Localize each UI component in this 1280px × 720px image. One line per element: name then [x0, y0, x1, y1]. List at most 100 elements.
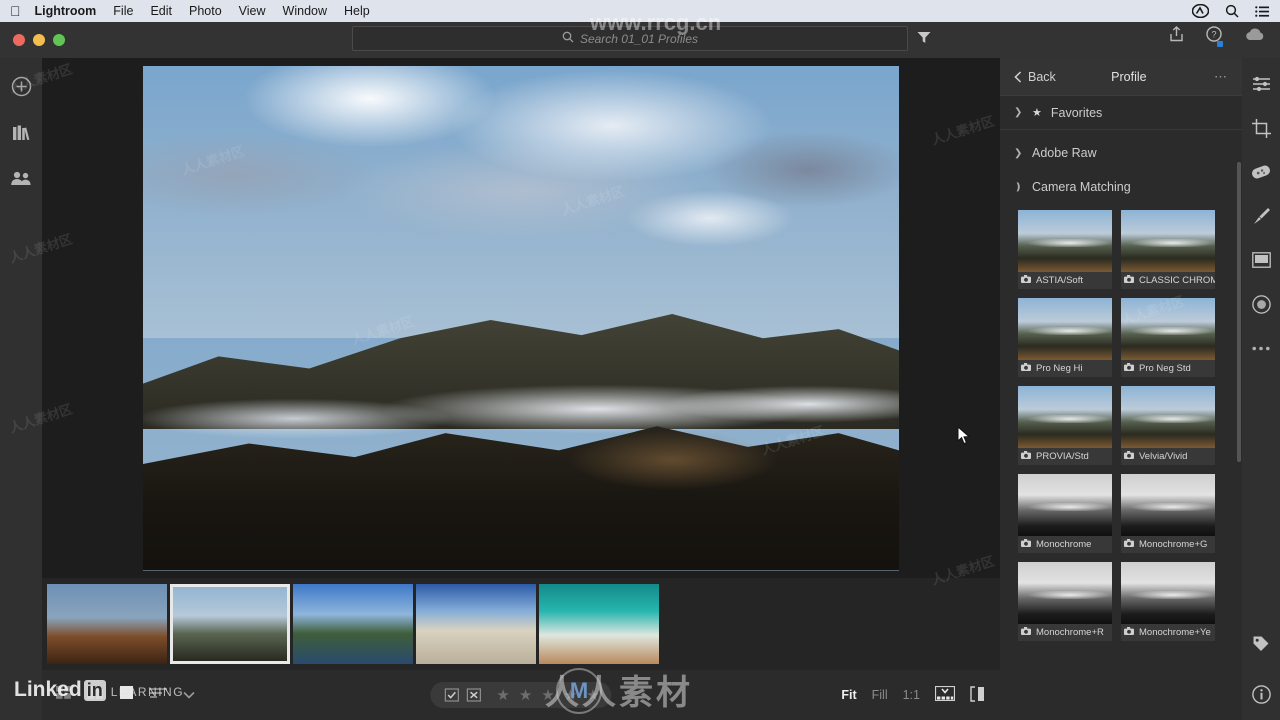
- camera-icon: [1124, 275, 1134, 286]
- menu-item-edit[interactable]: Edit: [150, 4, 172, 18]
- camera-icon: [1124, 451, 1134, 462]
- profile-caption: Monochrome+R: [1018, 624, 1112, 641]
- brush-icon[interactable]: [1249, 204, 1273, 228]
- profile-card-classic-chrome[interactable]: CLASSIC CHROME: [1121, 210, 1215, 289]
- keywords-tag-icon[interactable]: [1249, 632, 1273, 656]
- info-icon[interactable]: [1249, 682, 1273, 706]
- share-icon[interactable]: [1169, 26, 1184, 47]
- crop-icon[interactable]: [1249, 116, 1273, 140]
- photo-sunlit-patch: [568, 429, 779, 490]
- filmstrip-thumbnail-palm-lagoon[interactable]: [293, 584, 413, 664]
- group-adobe-raw[interactable]: ❯ Adobe Raw: [1000, 136, 1242, 170]
- search-input[interactable]: Search 01_01 Profiles: [352, 26, 908, 51]
- profile-card-velvia-vivid[interactable]: Velvia/Vivid: [1121, 386, 1215, 465]
- profile-card-pro-neg-std[interactable]: Pro Neg Std: [1121, 298, 1215, 377]
- group-adobe-raw-label: Adobe Raw: [1032, 146, 1097, 160]
- library-icon[interactable]: [9, 120, 33, 144]
- radial-gradient-icon[interactable]: [1249, 292, 1273, 316]
- profile-grid: ASTIA/Soft CLASSIC CHROME Pro Neg Hi: [1000, 204, 1242, 655]
- chevron-down-icon[interactable]: [183, 686, 195, 704]
- left-toolbar: [0, 58, 42, 720]
- camera-icon: [1124, 627, 1134, 638]
- profile-thumbnail: [1018, 562, 1112, 624]
- profile-caption: Pro Neg Hi: [1018, 360, 1112, 377]
- panel-scrollbar[interactable]: [1237, 162, 1241, 462]
- profile-card-monochrome-ye[interactable]: Monochrome+Ye: [1121, 562, 1215, 641]
- zoom-controls: Fit Fill 1:1: [841, 685, 986, 705]
- filmstrip-toggle-icon[interactable]: [934, 685, 956, 704]
- profile-name: Pro Neg Std: [1139, 363, 1191, 374]
- camera-icon: [1021, 539, 1031, 550]
- close-button[interactable]: [13, 34, 25, 46]
- control-center-icon[interactable]: [1255, 5, 1270, 17]
- flag-pick-icon[interactable]: [442, 687, 460, 703]
- more-options-icon[interactable]: [1249, 336, 1273, 360]
- profile-thumbnail: [1121, 474, 1215, 536]
- profile-name: CLASSIC CHROME: [1139, 275, 1215, 286]
- profile-card-monochrome[interactable]: Monochrome: [1018, 474, 1112, 553]
- filmstrip-thumbnail-turquoise-beach[interactable]: [539, 584, 659, 664]
- group-favorites-label: Favorites: [1050, 105, 1103, 120]
- menu-item-help[interactable]: Help: [344, 4, 370, 18]
- mouse-cursor: [957, 425, 971, 446]
- filmstrip-thumbnail-us-capitol[interactable]: [416, 584, 536, 664]
- profile-card-monochrome-g[interactable]: Monochrome+G: [1121, 474, 1215, 553]
- profile-card-astia-soft[interactable]: ASTIA/Soft: [1018, 210, 1112, 289]
- menu-item-photo[interactable]: Photo: [189, 4, 222, 18]
- group-favorites[interactable]: ❯ ★ Favorites: [1000, 96, 1242, 130]
- add-photos-icon[interactable]: [9, 74, 33, 98]
- help-icon[interactable]: ?: [1206, 26, 1223, 47]
- filmstrip-thumbnail-mountain-fog[interactable]: [170, 584, 290, 664]
- chevron-down-icon: ❫: [1014, 181, 1023, 193]
- right-toolbar: [1242, 58, 1280, 720]
- cloud-sync-icon[interactable]: [1244, 27, 1266, 47]
- menu-item-window[interactable]: Window: [283, 4, 327, 18]
- zoom-fit-button[interactable]: Fit: [841, 688, 856, 702]
- chevron-right-icon: ❯: [1014, 107, 1023, 118]
- camera-icon: [1124, 363, 1134, 374]
- profile-thumbnail: [1121, 562, 1215, 624]
- flag-reject-icon[interactable]: [464, 687, 482, 703]
- menu-item-file[interactable]: File: [113, 4, 133, 18]
- linkedin-learning-watermark: Linked in LEARNING: [14, 678, 184, 702]
- profile-name: ASTIA/Soft: [1036, 275, 1083, 286]
- main-photo-mountain-fog[interactable]: [143, 65, 899, 571]
- linear-gradient-icon[interactable]: [1249, 248, 1273, 272]
- creative-cloud-icon[interactable]: [1192, 4, 1209, 18]
- camera-icon: [1021, 363, 1031, 374]
- apple-icon[interactable]: : [10, 4, 21, 18]
- search-field-wrapper: Search 01_01 Profiles: [352, 26, 908, 51]
- profile-card-pro-neg-hi[interactable]: Pro Neg Hi: [1018, 298, 1112, 377]
- filmstrip[interactable]: [42, 578, 1000, 670]
- star-1-icon[interactable]: ★: [496, 686, 509, 704]
- ellipsis-icon[interactable]: ⋯: [1214, 69, 1228, 85]
- zoom-oneToOne-button[interactable]: 1:1: [903, 688, 920, 702]
- profile-card-provia-std[interactable]: PROVIA/Std: [1018, 386, 1112, 465]
- menu-item-view[interactable]: View: [239, 4, 266, 18]
- before-after-icon[interactable]: [970, 685, 986, 705]
- profile-caption: Pro Neg Std: [1121, 360, 1215, 377]
- profile-name: Monochrome+G: [1139, 539, 1208, 550]
- profile-card-monochrome-r[interactable]: Monochrome+R: [1018, 562, 1112, 641]
- photo-sky-region: [143, 65, 899, 339]
- spotlight-search-icon[interactable]: [1225, 4, 1239, 18]
- bottom-toolbar: ★ ★ ★ ★ ★ Fit Fill 1:1: [42, 670, 1000, 720]
- filter-funnel-icon[interactable]: [917, 31, 931, 49]
- titlebar-actions: ?: [1169, 26, 1266, 47]
- healing-brush-icon[interactable]: [1249, 160, 1273, 184]
- edit-sliders-icon[interactable]: [1249, 72, 1273, 96]
- profile-thumbnail: [1121, 386, 1215, 448]
- svg-text:?: ?: [1211, 30, 1216, 40]
- star-2-icon[interactable]: ★: [519, 686, 532, 704]
- photo-fog-layer: [143, 368, 899, 450]
- watermark-logo: M: [556, 668, 602, 714]
- group-camera-matching[interactable]: ❫ Camera Matching: [1000, 170, 1242, 204]
- photo-canvas[interactable]: [42, 58, 1000, 578]
- sharing-icon[interactable]: [9, 166, 33, 190]
- zoom-fill-button[interactable]: Fill: [872, 688, 888, 702]
- zoom-button[interactable]: [53, 34, 65, 46]
- menu-item-lightroom[interactable]: Lightroom: [35, 4, 97, 18]
- star-3-icon[interactable]: ★: [541, 686, 554, 704]
- filmstrip-thumbnail-coastal-road[interactable]: [47, 584, 167, 664]
- minimize-button[interactable]: [33, 34, 45, 46]
